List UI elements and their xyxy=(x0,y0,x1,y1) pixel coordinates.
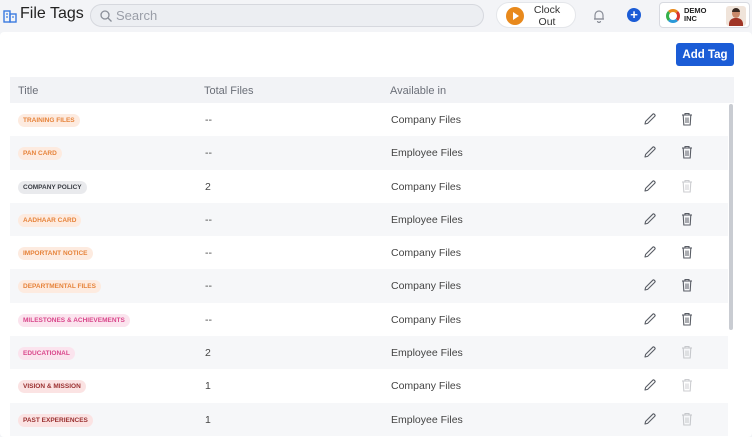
avatar[interactable] xyxy=(726,6,746,26)
available-in-cell: Company Files xyxy=(391,247,462,260)
pencil-icon[interactable] xyxy=(643,312,657,326)
tag-badge: IMPORTANT NOTICE xyxy=(18,247,93,261)
top-bar: File Tags Clock Out + DEMO INC xyxy=(0,0,752,31)
trash-icon[interactable] xyxy=(681,145,693,159)
total-files-cell: -- xyxy=(205,313,212,326)
company-logo xyxy=(666,9,680,23)
tag-badge: PAN CARD xyxy=(18,147,62,161)
trash-icon[interactable] xyxy=(681,112,693,126)
pencil-icon[interactable] xyxy=(643,145,657,159)
total-files-cell: -- xyxy=(205,114,212,126)
tag-badge: DEPARTMENTAL FILES xyxy=(18,280,101,294)
pencil-icon[interactable] xyxy=(643,245,657,259)
table-row: TRAINING FILES -- Company Files xyxy=(10,103,728,136)
table-row: PAN CARD -- Employee Files xyxy=(10,136,728,170)
available-in-cell: Employee Files xyxy=(391,213,463,226)
tag-badge: MILESTONES & ACHIEVEMENTS xyxy=(18,313,130,327)
table-row: PAST EXPERIENCES 1 Employee Files xyxy=(10,402,728,436)
total-files-cell: 2 xyxy=(205,180,211,193)
tags-table-body: TRAINING FILES -- Company Files PAN CARD -- E… xyxy=(10,103,728,436)
available-in-cell: Employee Files xyxy=(391,147,463,160)
trash-icon xyxy=(681,345,693,359)
tag-badge: AADHAAR CARD xyxy=(18,213,82,227)
pencil-icon[interactable] xyxy=(643,345,657,359)
total-files-cell: -- xyxy=(205,247,212,260)
clock-out-button[interactable]: Clock Out xyxy=(496,2,576,28)
tag-badge: PAST EXPERIENCES xyxy=(18,413,93,427)
search-bar[interactable] xyxy=(90,4,484,27)
pencil-icon[interactable] xyxy=(643,278,657,292)
company-switcher[interactable]: DEMO INC xyxy=(659,2,750,28)
trash-icon[interactable] xyxy=(681,245,693,259)
total-files-cell: 2 xyxy=(205,347,211,360)
company-name: DEMO INC xyxy=(684,6,707,23)
total-files-cell: -- xyxy=(205,213,212,226)
trash-icon[interactable] xyxy=(681,212,693,226)
available-in-cell: Company Files xyxy=(391,313,462,326)
table-header: Title Total Files Available in xyxy=(10,77,734,103)
file-tags-panel: Add Tag Title Total Files Available in T… xyxy=(0,32,752,437)
trash-icon xyxy=(681,378,693,392)
trash-icon xyxy=(681,179,693,193)
table-row: AADHAAR CARD -- Employee Files xyxy=(10,202,728,237)
total-files-cell: 1 xyxy=(205,413,211,426)
scrollbar[interactable] xyxy=(729,104,733,330)
search-input[interactable] xyxy=(116,7,476,24)
column-available-in: Available in xyxy=(390,85,447,97)
pencil-icon[interactable] xyxy=(643,412,657,426)
table-row: MILESTONES & ACHIEVEMENTS -- Company Files xyxy=(10,303,728,336)
table-row: DEPARTMENTAL FILES -- Company Files xyxy=(10,269,728,303)
building-icon xyxy=(3,10,17,23)
pencil-icon[interactable] xyxy=(643,378,657,392)
play-icon xyxy=(506,7,524,25)
table-row: IMPORTANT NOTICE -- Company Files xyxy=(10,236,728,269)
bell-icon[interactable] xyxy=(592,8,606,23)
column-total-files: Total Files xyxy=(204,85,254,97)
available-in-cell: Company Files xyxy=(391,380,462,393)
search-icon xyxy=(100,10,112,22)
tag-badge: EDUCATIONAL xyxy=(18,347,75,361)
total-files-cell: -- xyxy=(205,280,212,293)
column-title: Title xyxy=(18,85,39,97)
available-in-cell: Company Files xyxy=(391,280,462,293)
clock-out-label: Clock Out xyxy=(533,4,561,28)
table-row: EDUCATIONAL 2 Employee Files xyxy=(10,336,728,370)
trash-icon[interactable] xyxy=(681,278,693,293)
total-files-cell: 1 xyxy=(205,380,211,393)
available-in-cell: Employee Files xyxy=(391,347,463,360)
tag-badge: TRAINING FILES xyxy=(18,114,80,127)
available-in-cell: Company Files xyxy=(391,114,462,126)
plus-circle-icon[interactable]: + xyxy=(627,8,641,22)
pencil-icon[interactable] xyxy=(643,112,657,126)
trash-icon[interactable] xyxy=(681,312,693,326)
trash-icon xyxy=(681,412,693,426)
available-in-cell: Company Files xyxy=(391,180,462,193)
add-tag-button[interactable]: Add Tag xyxy=(676,43,734,66)
pencil-icon[interactable] xyxy=(643,212,657,226)
pencil-icon[interactable] xyxy=(643,179,657,193)
available-in-cell: Employee Files xyxy=(391,413,463,426)
tag-badge: COMPANY POLICY xyxy=(18,180,87,194)
total-files-cell: -- xyxy=(205,147,212,160)
page-title: File Tags xyxy=(20,5,84,22)
table-row: COMPANY POLICY 2 Company Files xyxy=(10,170,728,203)
table-row: VISION & MISSION 1 Company Files xyxy=(10,369,728,402)
tag-badge: VISION & MISSION xyxy=(18,380,86,394)
